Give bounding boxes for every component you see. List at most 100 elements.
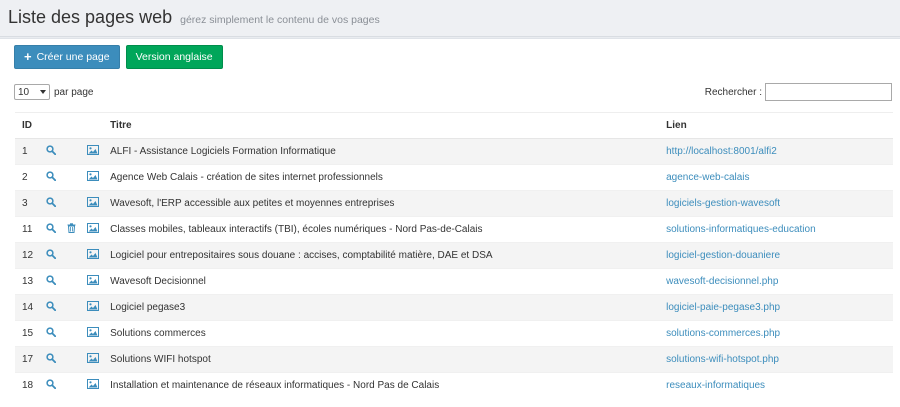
row-title: Wavesoft, l'ERP accessible aux petites e… [103,190,660,217]
view-button[interactable] [40,372,62,399]
row-id: 3 [15,190,41,217]
image-button[interactable] [82,268,104,295]
column-header-image [82,112,104,139]
trash-icon[interactable] [67,223,76,236]
row-title: Logiciel pegase3 [103,294,660,321]
image-button[interactable] [82,320,104,347]
row-link[interactable]: solutions-wifi-hotspot.php [666,354,779,365]
delete-cell [61,346,83,373]
image-button[interactable] [82,216,104,243]
row-link[interactable]: reseaux-informatiques [666,380,765,391]
image-icon [86,275,99,288]
search-label: Rechercher : [704,86,762,98]
row-id: 11 [15,216,41,243]
row-link[interactable]: solutions-informatiques-education [666,224,816,235]
image-button[interactable] [82,372,104,399]
search-icon [45,145,56,158]
row-id: 15 [15,320,41,347]
english-version-button[interactable]: Version anglaise [125,45,223,69]
row-title: Installation et maintenance de réseaux i… [103,372,660,399]
table-row: 12 Logiciel pour entrepositaires sous dou… [15,242,893,269]
view-button[interactable] [40,242,62,269]
image-button[interactable] [82,164,104,191]
page-length-value: 10 [18,86,30,98]
page-length-select[interactable]: 10 [14,84,50,100]
row-link-cell: logiciels-gestion-wavesoft [659,190,893,217]
image-button[interactable] [82,138,104,165]
search-icon [45,223,56,236]
image-button[interactable] [82,242,104,269]
row-link[interactable]: agence-web-calais [666,172,749,183]
plus-icon: + [24,49,32,64]
delete-cell [61,138,83,165]
create-page-label: Créer une page [36,51,110,63]
image-button[interactable] [82,346,104,373]
column-header-delete [61,112,83,139]
row-title: Solutions WIFI hotspot [103,346,660,373]
delete-cell[interactable] [61,216,83,243]
image-icon [86,249,99,262]
content-panel: + Créer une page Version anglaise 10 par… [0,38,900,407]
page-length-control: 10 par page [14,84,93,100]
table-row: 3 Wavesoft, l'ERP accessible aux petites … [15,190,893,217]
row-id: 2 [15,164,41,191]
row-link[interactable]: solutions-commerces.php [666,328,780,339]
row-title: ALFI - Assistance Logiciels Formation In… [103,138,660,165]
search-icon [45,171,56,184]
delete-cell [61,372,83,399]
view-button[interactable] [40,320,62,347]
image-icon [86,327,99,340]
row-title: Agence Web Calais - création de sites in… [103,164,660,191]
image-icon [86,379,99,392]
table-row: 1 ALFI - Assistance Logiciels Formation I… [15,138,893,165]
delete-cell [61,242,83,269]
column-header-id[interactable]: ID [15,112,41,139]
image-button[interactable] [82,190,104,217]
image-icon [86,197,99,210]
view-button[interactable] [40,216,62,243]
view-button[interactable] [40,294,62,321]
column-header-title[interactable]: Titre [103,112,660,139]
row-link[interactable]: wavesoft-decisionnel.php [666,276,778,287]
row-title: Logiciel pour entrepositaires sous douan… [103,242,660,269]
view-button[interactable] [40,190,62,217]
page-subtitle: gérez simplement le contenu de vos pages [180,14,380,26]
row-link-cell: wavesoft-decisionnel.php [659,268,893,295]
view-button[interactable] [40,138,62,165]
row-id: 12 [15,242,41,269]
row-link[interactable]: logiciels-gestion-wavesoft [666,198,780,209]
view-button[interactable] [40,164,62,191]
row-link-cell: solutions-commerces.php [659,320,893,347]
table-row: 18 Installation et maintenance de réseaux… [15,372,893,399]
image-button[interactable] [82,294,104,321]
table-row: 11 Classes mobiles, tableaux interactifs … [15,216,893,243]
image-icon [86,353,99,366]
column-header-link[interactable]: Lien [659,112,893,139]
row-title: Solutions commerces [103,320,660,347]
row-link-cell: logiciel-gestion-douaniere [659,242,893,269]
row-id: 13 [15,268,41,295]
table-row: 14 Logiciel pegase3 logiciel-paie-pegase3.… [15,294,893,321]
delete-cell [61,190,83,217]
view-button[interactable] [40,346,62,373]
row-link[interactable]: logiciel-paie-pegase3.php [666,302,780,313]
delete-cell [61,294,83,321]
search-input[interactable] [765,83,892,101]
row-link[interactable]: http://localhost:8001/alfi2 [666,146,777,157]
pages-table: ID Titre Lien 1 ALFI - Assistance Logicie… [15,112,893,399]
image-icon [86,223,99,236]
view-button[interactable] [40,268,62,295]
column-header-view [40,112,62,139]
create-page-button[interactable]: + Créer une page [14,45,120,69]
row-link[interactable]: logiciel-gestion-douaniere [666,250,780,261]
table-header-row: ID Titre Lien [15,112,893,139]
search-icon [45,249,56,262]
table-row: 13 Wavesoft Decisionnel wavesoft-decisionn… [15,268,893,295]
table-row: 15 Solutions commerces solutions-commerces… [15,320,893,347]
search-icon [45,379,56,392]
search-icon [45,301,56,314]
table-row: 17 Solutions WIFI hotspot solutions-wifi-h… [15,346,893,373]
row-link-cell: solutions-wifi-hotspot.php [659,346,893,373]
row-id: 14 [15,294,41,321]
row-id: 17 [15,346,41,373]
